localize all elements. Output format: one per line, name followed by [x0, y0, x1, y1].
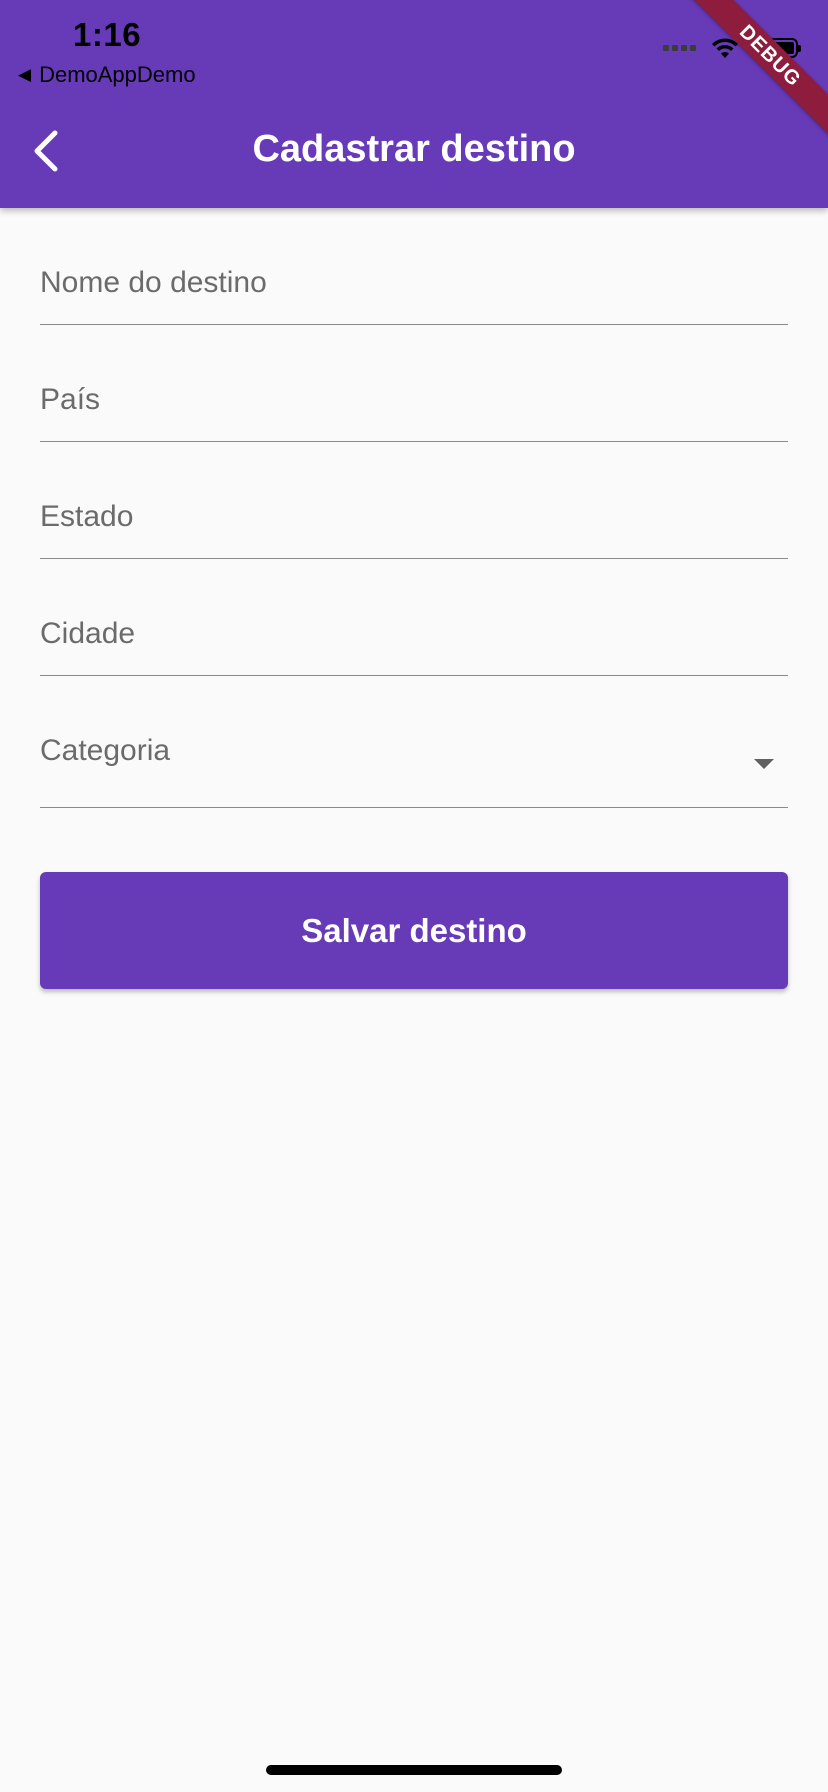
destination-name-input[interactable] — [40, 266, 788, 300]
cellular-signal-icon — [663, 45, 696, 51]
app-bar: 1:16 ◀ DemoAppDemo Cadastrar destino — [0, 0, 828, 208]
back-triangle-icon: ◀ — [18, 65, 32, 84]
home-indicator — [266, 1765, 562, 1775]
back-to-app-link[interactable]: ◀ DemoAppDemo — [18, 62, 196, 88]
save-destination-button[interactable]: Salvar destino — [40, 872, 788, 989]
country-field[interactable] — [40, 325, 788, 442]
state-field[interactable] — [40, 442, 788, 559]
caret-down-icon — [754, 759, 774, 769]
country-input[interactable] — [40, 383, 788, 417]
category-dropdown[interactable]: Categoria — [40, 676, 788, 808]
back-to-app-label: DemoAppDemo — [39, 62, 196, 87]
city-input[interactable] — [40, 617, 788, 651]
page-title: Cadastrar destino — [252, 128, 576, 170]
destination-form: Categoria — [40, 208, 788, 808]
category-label: Categoria — [40, 734, 171, 767]
city-field[interactable] — [40, 559, 788, 676]
state-input[interactable] — [40, 500, 788, 534]
status-time: 1:16 — [73, 16, 142, 53]
destination-name-field[interactable] — [40, 208, 788, 325]
